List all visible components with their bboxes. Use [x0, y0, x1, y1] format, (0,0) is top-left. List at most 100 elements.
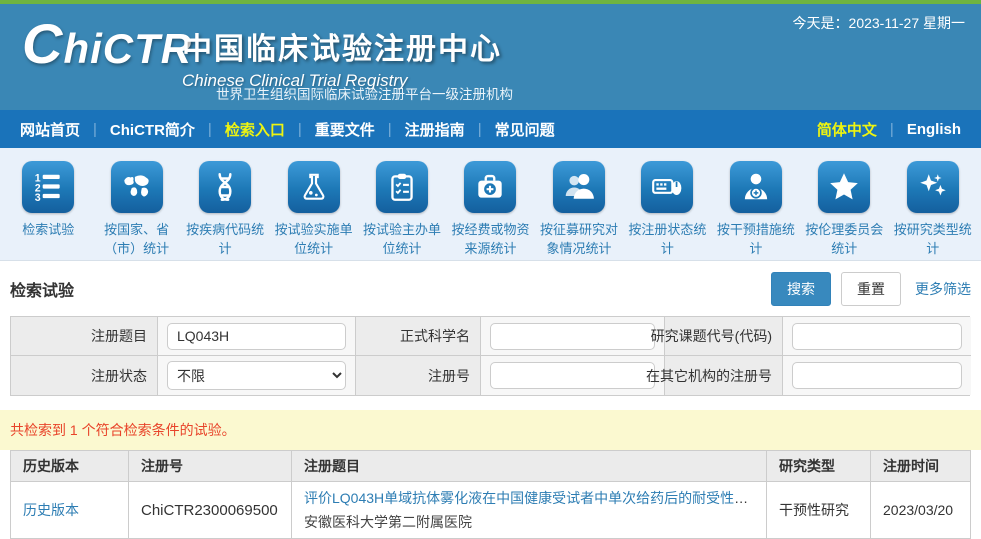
registration-title-cell: 评价LQ043H单域抗体雾化液在中国健康受试者中单次给药后的耐受性、安全性、… … [292, 482, 767, 539]
reset-button[interactable]: 重置 [841, 272, 901, 306]
quicklink-by-country[interactable]: 按国家、省（市）统计 [92, 161, 180, 260]
other-reg-number-label: 在其它机构的注册号 [665, 356, 783, 395]
nav-separator: | [208, 121, 212, 138]
nav-search-entry[interactable]: 检索入口 [225, 119, 285, 140]
sparkles-icon [907, 161, 959, 213]
col-registration-number: 注册号 [129, 451, 292, 482]
main-navigation: 网站首页 | ChiCTR简介 | 检索入口 | 重要文件 | 注册指南 | 常… [0, 110, 981, 148]
quicklink-by-ethics-committee[interactable]: 按伦理委员会统计 [800, 161, 888, 260]
quicklink-by-disease-code[interactable]: 按疾病代码统计 [181, 161, 269, 260]
nav-registration-guide[interactable]: 注册指南 [405, 119, 465, 140]
search-header: 检索试验 搜索 重置 更多筛选 [10, 272, 971, 306]
results-table: 历史版本 注册号 注册题目 研究类型 注册时间 历史版本 ChiCTR23000… [10, 450, 971, 539]
quicklink-by-intervention[interactable]: 按干预措施统计 [712, 161, 800, 260]
quicklink-label: 按伦理委员会统计 [800, 221, 888, 259]
quicklink-by-implementing-unit[interactable]: 按试验实施单位统计 [269, 161, 357, 260]
nav-home[interactable]: 网站首页 [20, 119, 80, 140]
study-type-cell: 干预性研究 [767, 482, 871, 539]
world-map-icon [111, 161, 163, 213]
trial-title-link[interactable]: 评价LQ043H单域抗体雾化液在中国健康受试者中单次给药后的耐受性、安全性、… [304, 490, 754, 506]
col-registration-date: 注册时间 [871, 451, 971, 482]
col-study-type: 研究类型 [767, 451, 871, 482]
nav-separator: | [478, 121, 482, 138]
other-reg-number-cell [783, 356, 971, 395]
quicklink-label: 按国家、省（市）统计 [92, 221, 180, 259]
lang-simplified-chinese[interactable]: 简体中文 [817, 119, 877, 140]
study-code-label: 研究课题代号(代码) [665, 317, 783, 356]
page-title: 检索试验 [10, 277, 74, 301]
search-actions: 搜索 重置 更多筛选 [771, 272, 971, 306]
quicklink-by-study-type[interactable]: 按研究类型统计 [889, 161, 977, 260]
nav-separator: | [93, 121, 97, 138]
nav-important-docs[interactable]: 重要文件 [315, 119, 375, 140]
quicklink-by-registration-status[interactable]: 按注册状态统计 [623, 161, 711, 260]
quicklink-label: 按征募研究对象情况统计 [535, 221, 623, 259]
doctor-icon [730, 161, 782, 213]
search-button[interactable]: 搜索 [771, 272, 831, 306]
scientific-name-cell [481, 317, 665, 356]
quicklink-search-trials[interactable]: 123 检索试验 [4, 161, 92, 260]
today-date: 今天是：2023-11-27 星期一 [793, 13, 965, 33]
numbered-list-icon: 123 [22, 161, 74, 213]
quicklink-label: 按试验实施单位统计 [269, 221, 357, 259]
results-summary: 共检索到 1 个符合检索条件的试验。 [0, 410, 981, 450]
main-content: 检索试验 搜索 重置 更多筛选 注册题目 正式科学名 研究课题代号(代码) 注册… [0, 272, 981, 539]
col-history-version: 历史版本 [11, 451, 129, 482]
nav-about[interactable]: ChiCTR简介 [110, 119, 195, 140]
site-header: CChiCTRhiCTR 中国临床试验注册中心 Chinese Clinical… [0, 4, 981, 110]
logo-letter: C [22, 12, 63, 75]
reg-status-label: 注册状态 [11, 356, 158, 395]
who-tagline: 世界卫生组织国际临床试验注册平台一级注册机构 [216, 83, 513, 103]
other-reg-number-input[interactable] [792, 362, 962, 389]
search-form: 注册题目 正式科学名 研究课题代号(代码) 注册状态 不限 注册号 在其它机构的… [10, 316, 970, 396]
reg-status-cell: 不限 [158, 356, 356, 395]
study-code-cell [783, 317, 971, 356]
nav-separator: | [890, 121, 894, 138]
quicklink-label: 按经费或物资来源统计 [446, 221, 534, 259]
more-filters-link[interactable]: 更多筛选 [915, 279, 971, 299]
quicklink-label: 按试验主办单位统计 [358, 221, 446, 259]
history-version-cell: 历史版本 [11, 482, 129, 539]
chictr-logo[interactable]: CChiCTRhiCTR [22, 24, 192, 73]
scientific-name-label: 正式科学名 [356, 317, 481, 356]
reg-number-input[interactable] [490, 362, 655, 389]
reg-status-select[interactable]: 不限 [167, 361, 346, 390]
people-group-icon [553, 161, 605, 213]
svg-text:3: 3 [35, 192, 41, 204]
reg-title-input[interactable] [167, 323, 346, 350]
reg-title-label: 注册题目 [11, 317, 158, 356]
flask-icon [288, 161, 340, 213]
registration-date-cell: 2023/03/20 [871, 482, 971, 539]
results-header-row: 历史版本 注册号 注册题目 研究类型 注册时间 [11, 451, 971, 482]
col-registration-title: 注册题目 [292, 451, 767, 482]
table-row: 历史版本 ChiCTR2300069500 评价LQ043H单域抗体雾化液在中国… [11, 482, 971, 539]
lang-english[interactable]: English [907, 121, 961, 138]
quicklink-by-funding-source[interactable]: 按经费或物资来源统计 [446, 161, 534, 260]
scientific-name-input[interactable] [490, 323, 655, 350]
quicklink-by-sponsor-unit[interactable]: 按试验主办单位统计 [358, 161, 446, 260]
nav-faq[interactable]: 常见问题 [495, 119, 555, 140]
site-title-block: 中国临床试验注册中心 Chinese Clinical Trial Regist… [182, 24, 502, 91]
quicklink-label: 按注册状态统计 [623, 221, 711, 259]
reg-number-label: 注册号 [356, 356, 481, 395]
language-switch: 简体中文 | English [817, 119, 961, 140]
star-icon [818, 161, 870, 213]
registration-number-cell: ChiCTR2300069500 [129, 482, 292, 539]
reg-title-cell [158, 317, 356, 356]
reg-number-cell [481, 356, 665, 395]
study-code-input[interactable] [792, 323, 962, 350]
quicklink-label: 按研究类型统计 [889, 221, 977, 259]
history-version-link[interactable]: 历史版本 [23, 502, 79, 518]
keyboard-mouse-icon [641, 161, 693, 213]
registration-number: ChiCTR2300069500 [141, 502, 278, 519]
quicklink-label: 检索试验 [20, 221, 76, 240]
nav-separator: | [298, 121, 302, 138]
clipboard-checklist-icon [376, 161, 428, 213]
quicklink-label: 按干预措施统计 [712, 221, 800, 259]
medical-kit-icon [464, 161, 516, 213]
nav-separator: | [388, 121, 392, 138]
site-title: 中国临床试验注册中心 [182, 24, 502, 68]
statistics-quicklinks: 123 检索试验 按国家、省（市）统计 按疾病代码统计 按试验实施单位统计 按试… [0, 148, 981, 261]
quicklink-by-recruitment-status[interactable]: 按征募研究对象情况统计 [535, 161, 623, 260]
institution-name: 安徽医科大学第二附属医院 [304, 512, 754, 532]
